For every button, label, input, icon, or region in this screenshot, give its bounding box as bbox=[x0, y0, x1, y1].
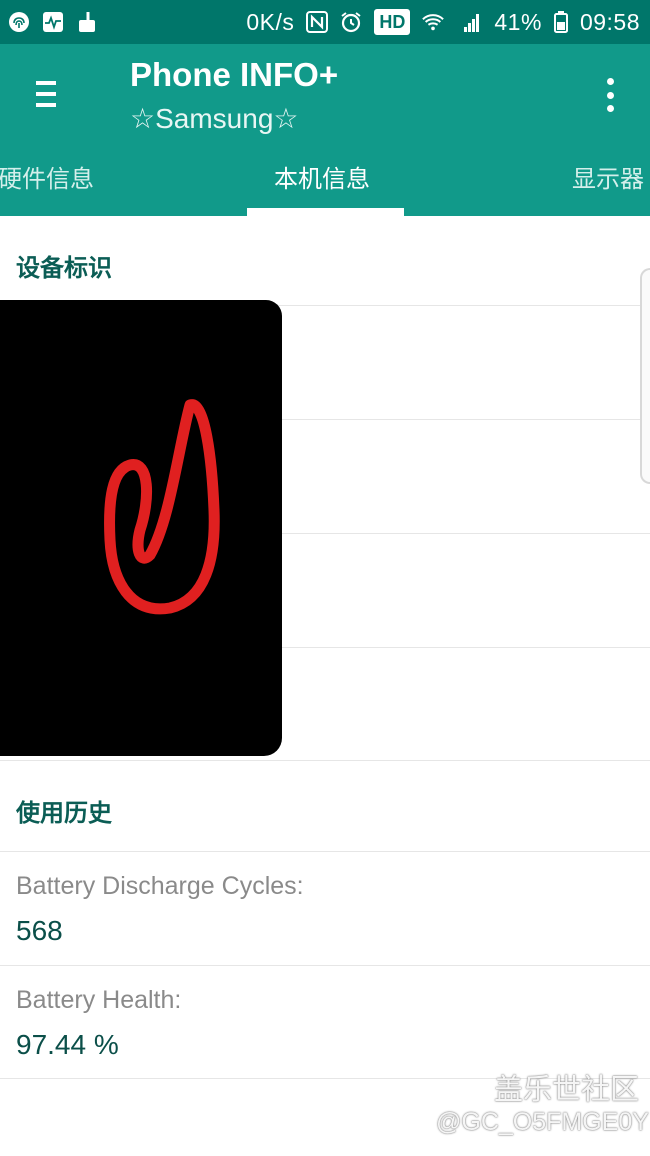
status-bar-left bbox=[8, 11, 98, 33]
section-header-usage-history: 使用历史 bbox=[16, 800, 112, 827]
divider bbox=[0, 851, 650, 852]
tab-hardware-info[interactable]: 硬件信息 bbox=[0, 144, 94, 216]
hd-voice-badge: HD bbox=[374, 9, 411, 35]
alarm-icon bbox=[340, 11, 362, 33]
watermark-site: 盖乐世社区 bbox=[494, 1074, 640, 1106]
battery-health-value: 97.44 % bbox=[16, 1029, 119, 1060]
clock: 09:58 bbox=[579, 8, 640, 35]
wifi-icon bbox=[422, 11, 445, 33]
red-scribble-mark bbox=[104, 399, 220, 615]
tab-display[interactable]: 显示器 bbox=[572, 144, 644, 216]
app-bar: Phone INFO+ ☆Samsung☆ bbox=[0, 44, 650, 144]
battery-icon bbox=[553, 11, 568, 33]
battery-health-label: Battery Health: bbox=[16, 986, 182, 1014]
battery-discharge-cycles-value: 568 bbox=[16, 915, 63, 946]
signal-icon bbox=[456, 11, 482, 33]
divider bbox=[0, 760, 650, 761]
battery-percent: 41% bbox=[494, 8, 542, 35]
hamburger-menu-icon[interactable] bbox=[36, 81, 56, 107]
device-subtitle: ☆Samsung☆ bbox=[130, 103, 299, 134]
network-speed: 0K/s bbox=[246, 8, 295, 35]
divider bbox=[0, 965, 650, 966]
status-bar-right: 0K/s HD 41% 09:58 bbox=[246, 9, 640, 36]
active-tab-indicator bbox=[247, 208, 404, 216]
cleaner-icon bbox=[76, 11, 98, 33]
more-vert-icon[interactable] bbox=[603, 78, 617, 112]
section-header-device-id: 设备标识 bbox=[16, 255, 112, 282]
app-title: Phone INFO+ bbox=[130, 56, 339, 93]
redaction-block bbox=[0, 300, 282, 756]
battery-discharge-cycles-label: Battery Discharge Cycles: bbox=[16, 872, 304, 900]
nfc-icon bbox=[306, 11, 329, 33]
tab-bar: 硬件信息 本机信息 显示器 bbox=[0, 144, 650, 216]
watermark-user: @GC_O5FMGE0Y bbox=[436, 1108, 649, 1136]
scroll-handle[interactable] bbox=[640, 268, 650, 484]
fingerprint-icon bbox=[8, 11, 30, 33]
status-bar: 0K/s HD 41% 09:58 bbox=[0, 0, 650, 44]
activity-icon bbox=[42, 11, 64, 33]
tab-device-info[interactable]: 本机信息 bbox=[274, 144, 370, 216]
